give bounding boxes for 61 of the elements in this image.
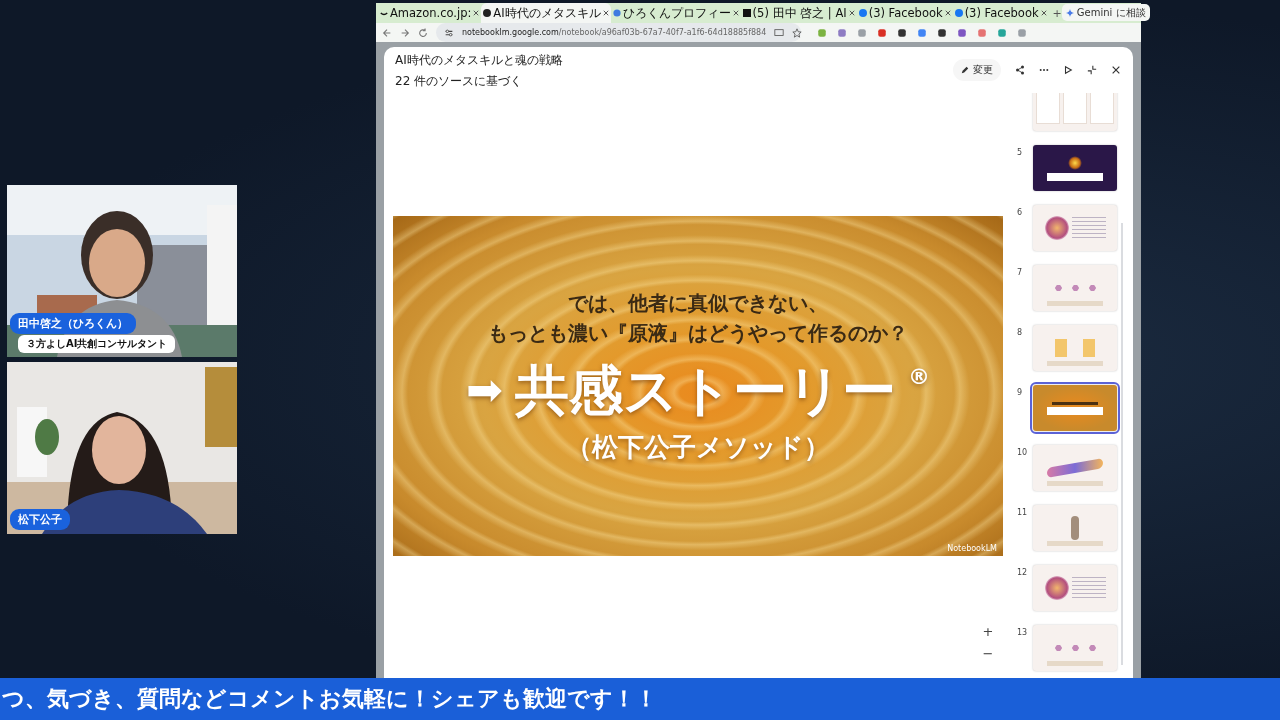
extension-icon[interactable] bbox=[897, 27, 907, 38]
slide-thumbnail[interactable] bbox=[1033, 625, 1117, 671]
play-icon[interactable] bbox=[1063, 65, 1073, 75]
source-count: 22 件のソースに基づく bbox=[395, 73, 524, 90]
browser-tab[interactable]: AI時代のメタスキル bbox=[481, 3, 611, 23]
slide-thumbnail[interactable] bbox=[1033, 145, 1117, 191]
close-icon[interactable] bbox=[1111, 65, 1121, 75]
slide-thumbnail[interactable] bbox=[1033, 325, 1117, 371]
edit-button[interactable]: 変更 bbox=[953, 59, 1001, 81]
slide-thumbnail[interactable] bbox=[1033, 93, 1117, 131]
banner-text: つ、気づき、質問などコメントお気軽に！シェアも歓迎です！！ bbox=[2, 685, 657, 713]
back-icon[interactable] bbox=[382, 27, 392, 38]
extension-icon[interactable] bbox=[937, 27, 947, 38]
pencil-icon bbox=[961, 66, 969, 74]
participant-name: 松下公子 bbox=[10, 509, 70, 530]
sparkle-icon bbox=[1065, 8, 1074, 17]
slide-number: 8 bbox=[1017, 327, 1024, 339]
browser-tab[interactable]: Amazon.co.jp: bbox=[378, 3, 482, 23]
participant-role: ３方よしAI共創コンサルタント bbox=[18, 335, 176, 353]
registered-mark: ® bbox=[907, 364, 930, 389]
slide-number: 12 bbox=[1017, 567, 1029, 579]
browser-tab[interactable]: (3) Facebook bbox=[856, 3, 953, 23]
slide-number: 5 bbox=[1017, 147, 1024, 159]
slide-thumbnail[interactable] bbox=[1033, 265, 1117, 311]
share-icon[interactable] bbox=[1015, 65, 1025, 75]
slide-credit: NotebookLM bbox=[947, 544, 997, 553]
slide-thumbnail[interactable] bbox=[1033, 565, 1117, 611]
slide-number: 11 bbox=[1017, 507, 1029, 519]
slide-thumbnail[interactable] bbox=[1033, 445, 1117, 491]
cast-icon[interactable] bbox=[774, 27, 785, 38]
slide-question: では、他者に真似できない、 もっとも濃い『原液』はどうやって作るのか？ bbox=[488, 290, 908, 347]
slide-thumbnail[interactable] bbox=[1033, 205, 1117, 251]
close-icon[interactable] bbox=[602, 10, 609, 16]
browser-tab[interactable]: (5) 田中 啓之 | AI bbox=[740, 3, 857, 23]
slide-headline: 共感ストーリー bbox=[514, 364, 896, 418]
close-icon[interactable] bbox=[473, 10, 480, 16]
arrow-glyph: ➡ bbox=[466, 364, 503, 417]
slide-number: 6 bbox=[1017, 207, 1024, 219]
close-icon[interactable] bbox=[732, 10, 739, 16]
participant-name: 田中啓之（ひろくん） bbox=[10, 313, 136, 334]
bookmark-star-icon[interactable] bbox=[792, 27, 803, 38]
slide-subtitle: （松下公子メソッド） bbox=[566, 431, 830, 464]
slide-thumbnail[interactable] bbox=[1033, 385, 1117, 431]
browser-tab[interactable]: ひろくんプロフィー bbox=[610, 3, 741, 23]
close-icon[interactable] bbox=[944, 10, 951, 16]
address-bar[interactable]: notebooklm.google.com/notebook/a96af03b-67a7-40f7-a1f6-64d18885f884 bbox=[436, 23, 801, 42]
slide-number: 13 bbox=[1017, 627, 1029, 639]
browser-tab[interactable]: (3) Facebook bbox=[952, 3, 1049, 23]
slide-number: 10 bbox=[1017, 447, 1029, 459]
close-icon[interactable] bbox=[1040, 10, 1047, 16]
slide-thumbnail[interactable] bbox=[1033, 505, 1117, 551]
notebook-title: AI時代のメタスキルと魂の戦略 bbox=[395, 52, 564, 69]
reload-icon[interactable] bbox=[418, 27, 428, 38]
site-settings-icon[interactable] bbox=[444, 27, 454, 38]
close-icon[interactable] bbox=[848, 10, 855, 16]
collapse-icon[interactable] bbox=[1087, 65, 1097, 75]
slide-number: 7 bbox=[1017, 267, 1024, 279]
slide-number: 9 bbox=[1017, 387, 1024, 399]
new-tab-button[interactable]: + bbox=[1052, 7, 1062, 20]
forward-icon[interactable] bbox=[400, 27, 410, 38]
gemini-button[interactable]: Gemini に相談 bbox=[1061, 4, 1150, 21]
